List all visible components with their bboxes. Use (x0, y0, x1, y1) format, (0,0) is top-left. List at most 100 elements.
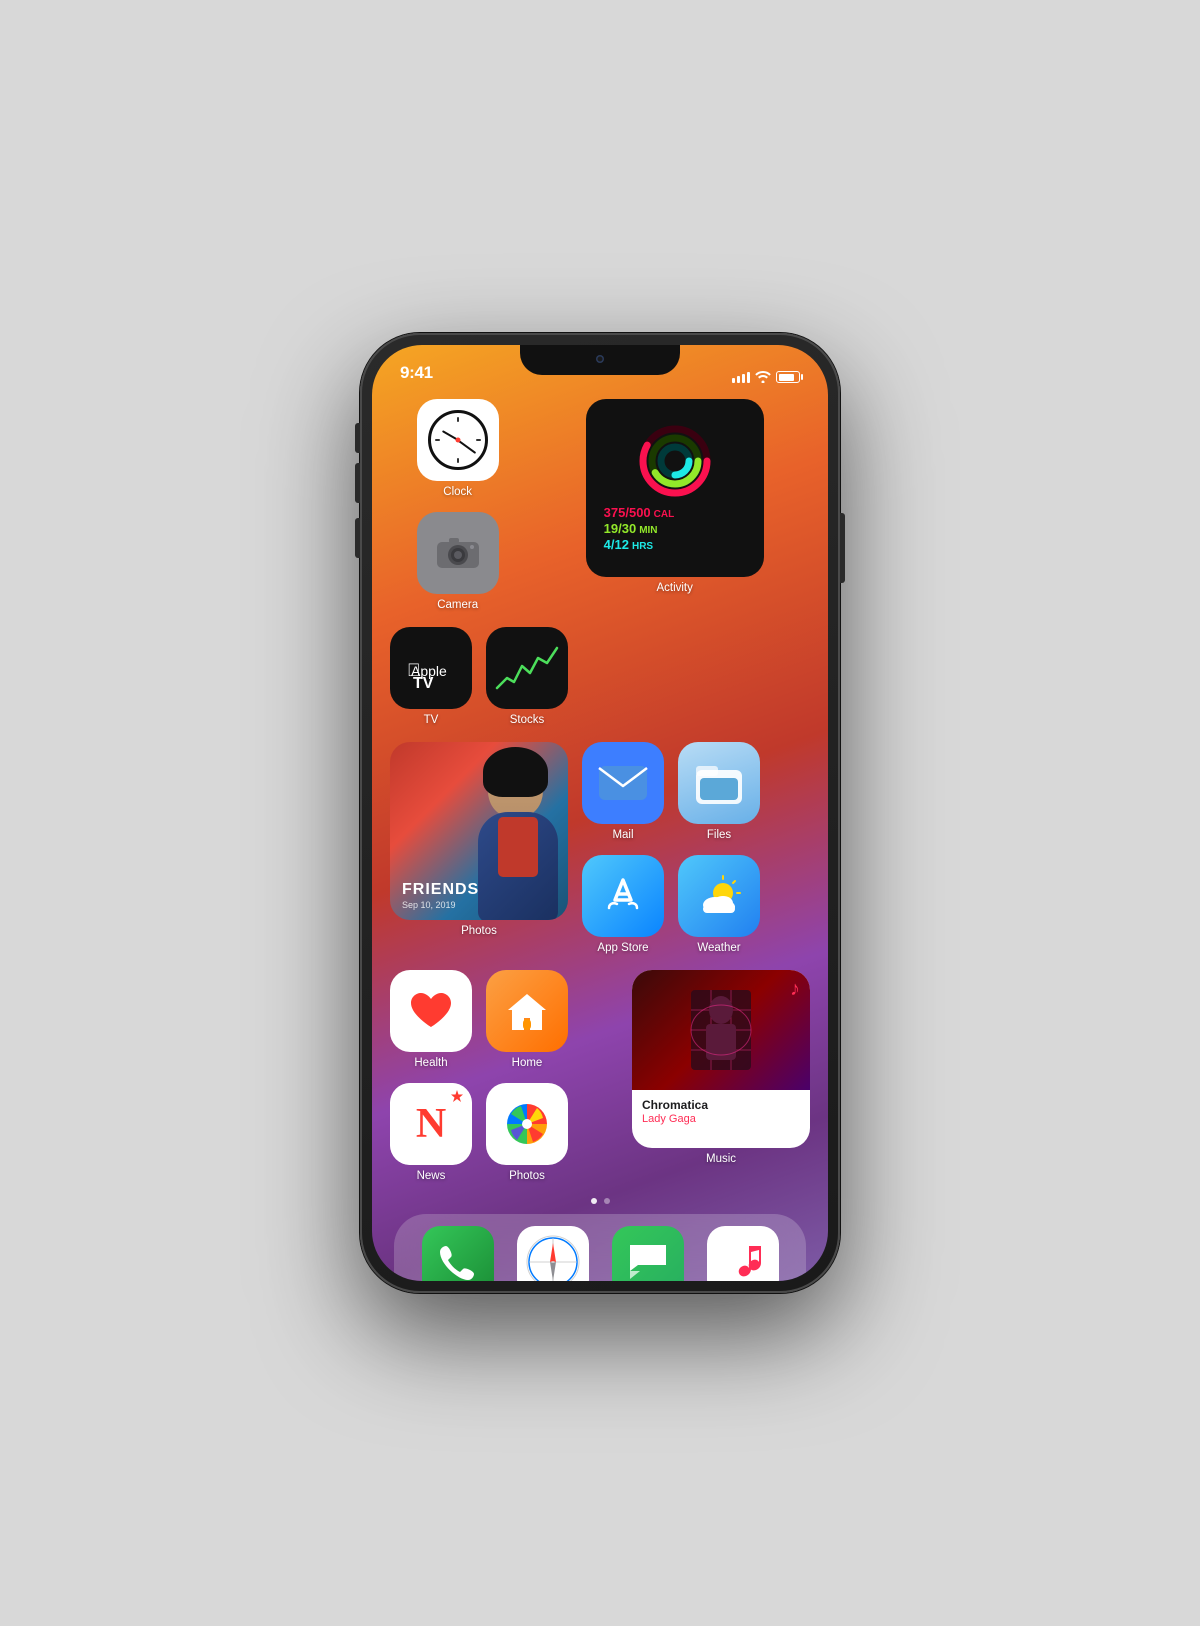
files-icon (678, 742, 760, 824)
phone-body: 9:41 (360, 333, 840, 1293)
move-unit: CAL (654, 509, 675, 520)
music-song-info: Chromatica Lady Gaga (632, 1090, 810, 1133)
photos-widget-label: Photos (461, 925, 497, 937)
left-apps-col: Health (390, 970, 618, 1182)
photos-svg (499, 1096, 555, 1152)
stocks-icon (486, 627, 568, 709)
files-svg (692, 758, 746, 808)
app-home[interactable]: Home (486, 970, 568, 1069)
dot-1 (591, 1198, 597, 1204)
weather-icon (678, 855, 760, 937)
app-tv[interactable]: Apple TV  TV (390, 627, 472, 726)
volume-down-button[interactable] (355, 518, 360, 558)
app-files[interactable]: Files (678, 742, 760, 841)
chromatica-art (671, 980, 771, 1080)
health-icon (390, 970, 472, 1052)
news-label: News (417, 1170, 446, 1182)
mute-button[interactable] (355, 423, 360, 453)
photos-icon (486, 1083, 568, 1165)
activity-widget-container: 375/500 CAL 19/30 MIN 4/12 (539, 399, 810, 594)
wifi-icon (755, 371, 771, 383)
home-svg (502, 986, 552, 1036)
news-n-letter: N (416, 1103, 446, 1145)
app-photos[interactable]: Photos (486, 1083, 568, 1182)
phone-container: 9:41 (360, 333, 840, 1293)
home-icon (486, 970, 568, 1052)
appstore-weather-row: App Store (582, 855, 810, 954)
status-time: 9:41 (400, 363, 433, 383)
dock-app-phone[interactable] (422, 1226, 494, 1281)
app-mail[interactable]: Mail (582, 742, 664, 841)
exercise-value: 19/30 (604, 521, 637, 536)
photos-friends-text: FRIENDS (402, 881, 479, 899)
activity-label: Activity (656, 582, 692, 594)
photos-widget-container: FRIENDS Sep 10, 2019 Photos (390, 742, 568, 937)
app-health[interactable]: Health (390, 970, 472, 1069)
power-button[interactable] (840, 513, 845, 583)
battery-icon (776, 371, 800, 383)
stocks-label: Stocks (510, 714, 545, 726)
app-clock[interactable]: Clock (390, 399, 525, 498)
music-widget-container: ♪ Chromatica Lady Gaga Music (632, 970, 810, 1165)
app-appstore[interactable]: App Store (582, 855, 664, 954)
clock-label: Clock (443, 486, 472, 498)
dot-2 (604, 1198, 610, 1204)
health-svg (407, 989, 455, 1033)
messages-svg (626, 1241, 670, 1281)
photos-overlay: FRIENDS Sep 10, 2019 (402, 881, 479, 910)
health-label: Health (414, 1057, 447, 1069)
app-camera[interactable]: Camera (390, 512, 525, 611)
move-stat: 375/500 CAL (604, 505, 750, 520)
photos-date-text: Sep 10, 2019 (402, 900, 479, 910)
album-art-area: ♪ (632, 970, 810, 1090)
news-icon: N (390, 1083, 472, 1165)
page-wrapper: 9:41 (0, 0, 1200, 1626)
dock-app-music[interactable] (707, 1226, 779, 1281)
app-photos-widget[interactable]: FRIENDS Sep 10, 2019 Photos (390, 742, 568, 937)
right-apps-grid: Mail (582, 742, 810, 954)
app-activity[interactable]: 375/500 CAL 19/30 MIN 4/12 (539, 399, 810, 594)
dock (394, 1214, 806, 1281)
files-label: Files (707, 829, 731, 841)
appstore-svg (599, 872, 647, 920)
signal-icon (732, 372, 750, 383)
row-1: Clock (390, 399, 810, 611)
mail-svg (597, 764, 649, 802)
stand-ring (639, 425, 711, 497)
app-stocks[interactable]: Stocks (486, 627, 568, 726)
status-icons (732, 371, 800, 383)
stand-unit: HRS (632, 541, 653, 552)
dock-app-safari[interactable] (517, 1226, 589, 1281)
notch (520, 345, 680, 375)
volume-up-button[interactable] (355, 463, 360, 503)
music-note-icon: ♪ (790, 978, 800, 1001)
app-news[interactable]: N (390, 1083, 472, 1182)
phone-svg (438, 1242, 478, 1281)
album-art-inner (632, 970, 810, 1090)
app-weather[interactable]: Weather (678, 855, 760, 954)
news-star (450, 1089, 464, 1103)
phone-screen: 9:41 (372, 345, 828, 1281)
col-clock-camera: Clock (390, 399, 525, 611)
app-music-widget[interactable]: ♪ Chromatica Lady Gaga Music (632, 970, 810, 1165)
photos-widget-box: FRIENDS Sep 10, 2019 (390, 742, 568, 920)
camera-icon (417, 512, 499, 594)
health-home-row: Health (390, 970, 618, 1069)
camera-label: Camera (437, 599, 478, 611)
appstore-label: App Store (597, 942, 648, 954)
dock-messages-icon (612, 1226, 684, 1281)
music-widget-box: ♪ Chromatica Lady Gaga (632, 970, 810, 1148)
screen-content: Clock (372, 393, 828, 1281)
move-value: 375/500 (604, 505, 651, 520)
weather-svg (691, 871, 747, 921)
dock-app-messages[interactable] (612, 1226, 684, 1281)
row-3-4: FRIENDS Sep 10, 2019 Photos (390, 742, 810, 954)
stand-stat: 4/12 HRS (604, 537, 750, 552)
exercise-unit: MIN (639, 525, 657, 536)
page-dots (390, 1198, 810, 1204)
activity-widget: 375/500 CAL 19/30 MIN 4/12 (586, 399, 764, 577)
svg-text::  (407, 660, 421, 680)
stand-value: 4/12 (604, 537, 629, 552)
activity-stats: 375/500 CAL 19/30 MIN 4/12 (600, 505, 750, 552)
activity-rings (639, 425, 711, 497)
